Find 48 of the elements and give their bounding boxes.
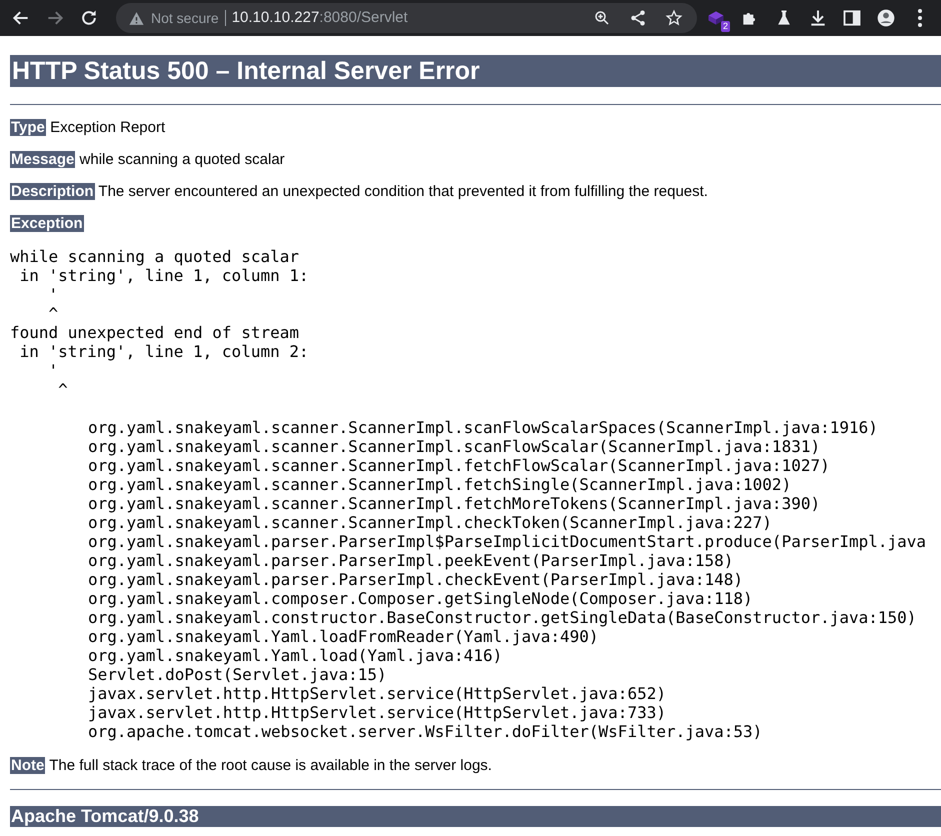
- stack-trace-line: org.yaml.snakeyaml.scanner.ScannerImpl.fetchMoreTokens(ScannerImpl.java:390): [88, 494, 822, 513]
- exception-message-line: in 'string', line 1, column 1:: [18, 266, 310, 285]
- extension-badge: 2: [720, 21, 730, 32]
- stack-trace-line: Servlet.doPost(Servlet.java:15): [88, 665, 388, 684]
- field-label: Message: [10, 151, 76, 168]
- stack-trace-line: org.yaml.snakeyaml.scanner.ScannerImpl.scanFlowScalarSpaces(ScannerImpl.java:1916): [88, 418, 879, 437]
- star-icon: [665, 9, 683, 27]
- warning-icon: [128, 10, 145, 26]
- side-panel-icon: [842, 8, 862, 28]
- stack-trace-line: org.yaml.snakeyaml.scanner.ScannerImpl.scanFlowScalar(ScannerImpl.java:1831): [88, 437, 822, 456]
- stack-trace-line: org.yaml.snakeyaml.scanner.ScannerImpl.checkToken(ScannerImpl.java:227): [88, 513, 773, 532]
- share-icon: [629, 9, 647, 27]
- extension-button[interactable]: 2: [701, 3, 731, 33]
- field-label: Description: [10, 183, 95, 200]
- stack-trace-line: org.yaml.snakeyaml.parser.ParserImpl.peekEvent(ParserImpl.java:158): [88, 551, 734, 570]
- exception-message-line: ': [48, 285, 60, 304]
- field-text: Exception Report: [50, 119, 166, 136]
- address-bar[interactable]: Not secure 10.10.10.227:8080/Servlet: [116, 3, 697, 33]
- field-text: The server encountered an unexpected condition that prevented it from fulfilling the request.: [98, 183, 708, 200]
- field-text: The full stack trace of the root cause is available in the server logs.: [49, 757, 492, 774]
- url-text: 10.10.10.227:8080/Servlet: [232, 8, 408, 28]
- footer-version: Apache Tomcat/9.0.38: [10, 806, 941, 827]
- stack-trace-line: org.yaml.snakeyaml.parser.ParserImpl$ParseImplicitDocumentStart.produce(ParserImpl.java: [88, 532, 928, 551]
- field-label: Type: [10, 119, 46, 136]
- stack-trace-line: org.yaml.snakeyaml.scanner.ScannerImpl.fetchSingle(ScannerImpl.java:1002): [88, 475, 792, 494]
- exception-message-line: ^: [57, 380, 69, 399]
- field-label: Exception: [10, 215, 84, 232]
- stack-trace-line: javax.servlet.http.HttpServlet.service(HttpServlet.java:652): [88, 684, 667, 703]
- stack-trace-line: org.yaml.snakeyaml.Yaml.loadFromReader(Yaml.java:490): [88, 627, 600, 646]
- exception-message-line: in 'string', line 1, column 2:: [18, 342, 310, 361]
- stack-trace-line: org.yaml.snakeyaml.constructor.BaseConstructor.getSingleData(BaseConstructor.java:150): [88, 608, 918, 627]
- stack-trace-line: org.yaml.snakeyaml.parser.ParserImpl.checkEvent(ParserImpl.java:148): [88, 570, 744, 589]
- profile-icon: [876, 8, 896, 28]
- security-status: Not secure: [151, 8, 219, 28]
- stack-trace-line: org.yaml.snakeyaml.scanner.ScannerImpl.fetchFlowScalar(ScannerImpl.java:1027): [88, 456, 831, 475]
- stack-trace-line: org.yaml.snakeyaml.Yaml.load(Yaml.java:416): [88, 646, 504, 665]
- field-text: while scanning a quoted scalar: [80, 151, 285, 168]
- exception-message-line: while scanning a quoted scalar: [10, 247, 300, 266]
- exception-message-line: ^: [48, 304, 60, 323]
- zoom-icon: [593, 9, 611, 27]
- stack-trace-line: org.yaml.snakeyaml.composer.Composer.getSingleNode(Composer.java:118): [88, 589, 754, 608]
- page-heading: HTTP Status 500 – Internal Server Error: [10, 55, 941, 87]
- menu-icon: [918, 9, 922, 27]
- field-label: Note: [10, 757, 46, 774]
- exception-message-line: found unexpected end of stream: [10, 323, 300, 342]
- stack-trace-line: org.apache.tomcat.websocket.server.WsFilter.doFilter(WsFilter.java:53): [88, 722, 764, 741]
- stack-trace-line: javax.servlet.http.HttpServlet.service(HttpServlet.java:733): [88, 703, 667, 722]
- exception-message-line: ': [48, 361, 60, 380]
